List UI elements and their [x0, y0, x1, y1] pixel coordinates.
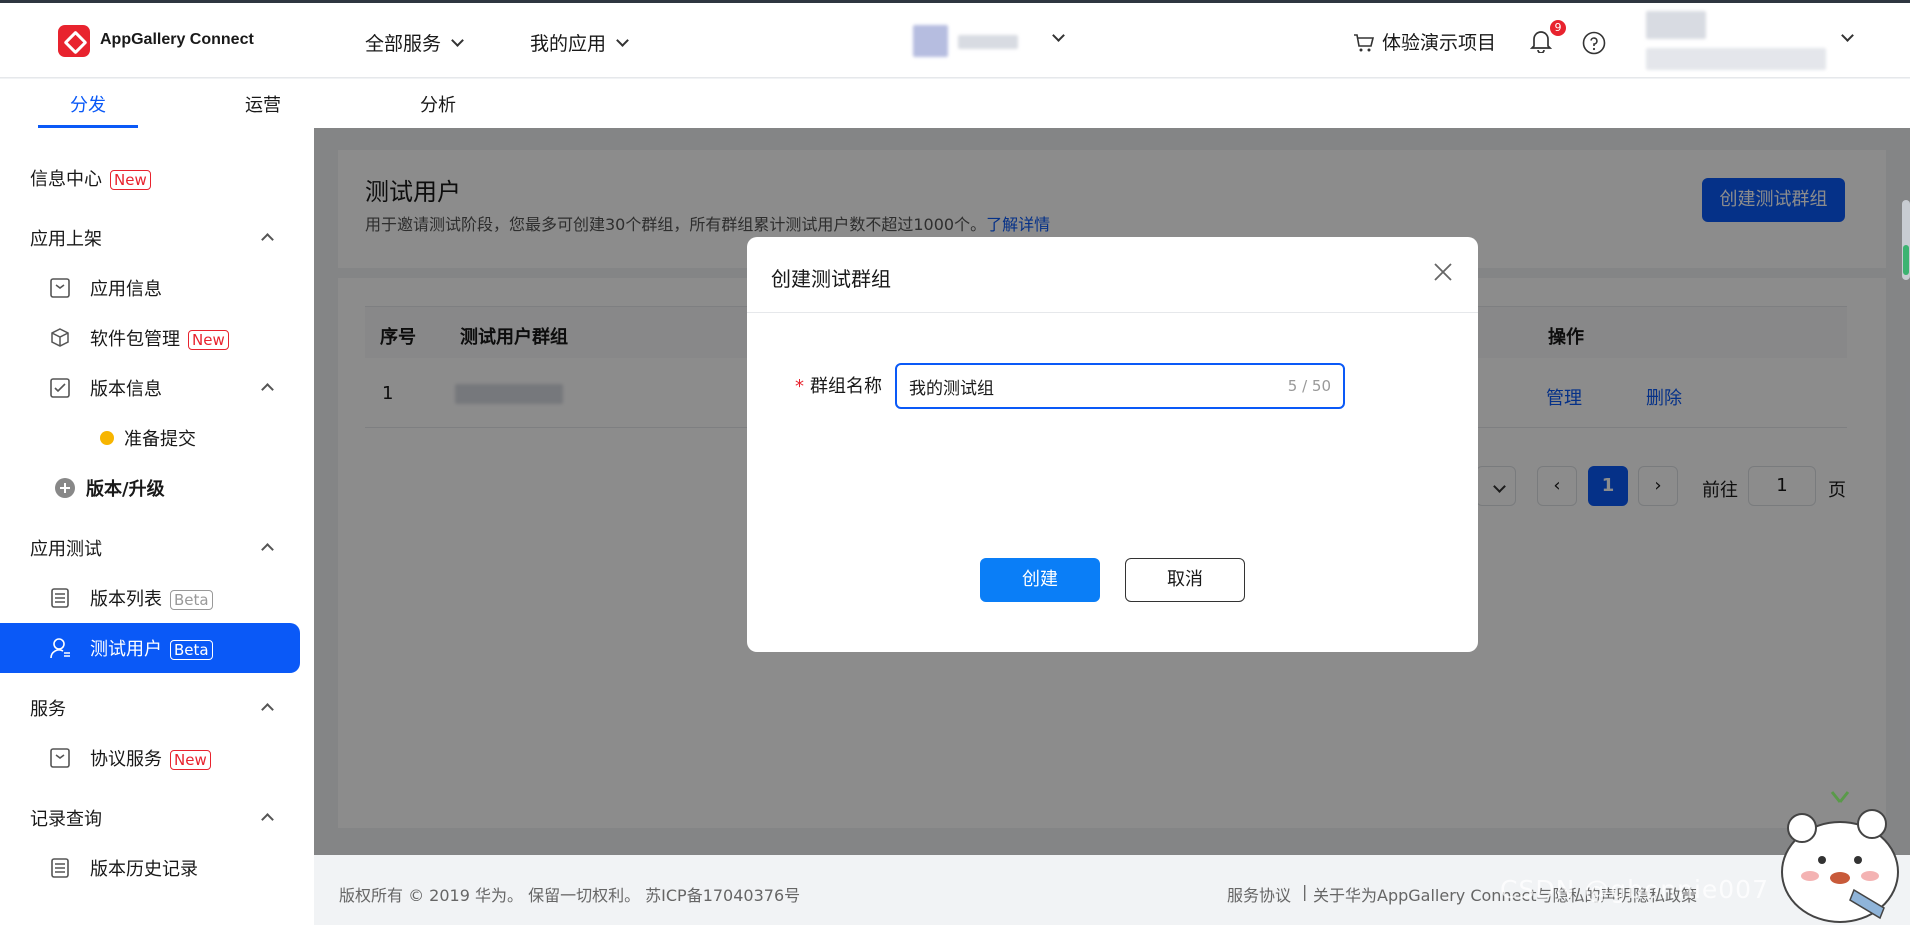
- new-tag: New: [110, 170, 151, 190]
- app-info-icon: [50, 278, 70, 298]
- dialog-divider: [747, 312, 1478, 313]
- list-icon: [51, 588, 69, 608]
- notification-badge: 9: [1550, 20, 1566, 36]
- chevron-up-icon: [261, 813, 274, 826]
- sidebar-item-label: 版本历史记录: [90, 859, 198, 880]
- sidebar-item-label: 应用信息: [90, 279, 162, 300]
- user-icon: [50, 638, 70, 659]
- terms-link[interactable]: 服务协议: [1227, 882, 1291, 906]
- brand-name[interactable]: AppGallery Connect: [100, 31, 254, 49]
- account-menu-chevron-icon[interactable]: [1841, 29, 1854, 42]
- sidebar-section-app-listing[interactable]: 应用上架: [0, 213, 300, 263]
- history-icon: [51, 858, 69, 878]
- status-dot-icon: [100, 431, 114, 445]
- char-counter: 5 / 50: [1287, 377, 1331, 395]
- close-icon[interactable]: [1432, 261, 1454, 283]
- chevron-up-icon: [261, 543, 274, 556]
- help-icon[interactable]: [1582, 31, 1606, 55]
- sidebar-item-test-users[interactable]: 测试用户 Beta: [0, 623, 300, 673]
- demo-cart-icon: [1354, 33, 1375, 51]
- group-name-input[interactable]: 我的测试组 5 / 50: [895, 363, 1345, 409]
- appgallery-logo-icon[interactable]: [58, 25, 90, 57]
- sidebar-item-version-info[interactable]: 版本信息: [0, 363, 300, 413]
- version-info-icon: [50, 378, 70, 398]
- user-avatar[interactable]: [1646, 11, 1706, 39]
- all-services-label: 全部服务: [365, 33, 442, 55]
- footer-divider: |: [1302, 882, 1308, 901]
- app-name-redacted: [958, 35, 1018, 49]
- sidebar-item-version-history[interactable]: 版本历史记录: [0, 843, 300, 893]
- chevron-down-icon: [451, 33, 464, 47]
- tab-distribute[interactable]: 分发: [38, 91, 138, 117]
- group-name-value: 我的测试组: [909, 378, 994, 399]
- sidebar-item-package-mgmt[interactable]: 软件包管理 New: [0, 313, 300, 363]
- sidebar-section-label: 应用测试: [30, 539, 102, 560]
- sidebar-section-label: 记录查询: [30, 809, 102, 830]
- sidebar-item-info-center[interactable]: 信息中心 New: [0, 153, 300, 203]
- footer: 版权所有 © 2019 华为。 保留一切权利。 苏ICP备17040376号 服…: [314, 855, 1910, 925]
- top-bar: AppGallery Connect 全部服务 我的应用 体验演示项目 9: [0, 0, 1910, 78]
- create-button[interactable]: 创建: [980, 558, 1100, 602]
- beta-tag: Beta: [170, 640, 213, 660]
- sidebar-section-services[interactable]: 服务: [0, 683, 300, 733]
- sidebar-item-label: 协议服务 New: [90, 745, 211, 771]
- beta-tag: Beta: [170, 590, 213, 610]
- new-tag: New: [170, 750, 211, 770]
- tab-operate[interactable]: 运营: [213, 91, 313, 117]
- app-avatar: [913, 25, 948, 57]
- sidebar-item-version-list[interactable]: 版本列表 Beta: [0, 573, 300, 623]
- dialog-title: 创建测试群组: [771, 267, 891, 291]
- sidebar-item-label: 信息中心 New: [30, 165, 151, 191]
- sidebar-item-label: 软件包管理 New: [90, 325, 229, 351]
- agreement-icon: [50, 748, 70, 768]
- sidebar-item-agreement-service[interactable]: 协议服务 New: [0, 733, 300, 783]
- scrollbar-thumb[interactable]: [1903, 245, 1909, 275]
- chevron-down-icon: [616, 33, 629, 47]
- sidebar-item-label: 版本/升级: [86, 479, 165, 500]
- required-asterisk: *: [795, 376, 804, 397]
- app-switcher-chevron-icon[interactable]: [1052, 29, 1065, 42]
- package-icon: [51, 328, 69, 347]
- copyright-text: 版权所有 © 2019 华为。 保留一切权利。 苏ICP备17040376号: [339, 886, 801, 905]
- cancel-button[interactable]: 取消: [1125, 558, 1245, 602]
- bell-icon[interactable]: [1530, 29, 1552, 53]
- group-name-label: * 群组名称: [795, 376, 882, 397]
- sidebar: 信息中心 New 应用上架 应用信息 软件包管理 New 版本信息 准备提交 版本/…: [0, 128, 314, 925]
- sidebar-item-label: 版本列表 Beta: [90, 585, 213, 611]
- my-apps-label: 我的应用: [530, 33, 607, 55]
- all-services-menu[interactable]: 全部服务: [365, 29, 464, 56]
- sidebar-item-label: 测试用户 Beta: [90, 635, 213, 661]
- new-tag: New: [188, 330, 229, 350]
- sidebar-item-label: 准备提交: [124, 429, 196, 450]
- chevron-up-icon: [261, 703, 274, 716]
- main-tabs: 分发 运营 分析: [0, 79, 1910, 128]
- sidebar-item-label: 版本信息: [90, 379, 162, 400]
- sidebar-item-version-upgrade[interactable]: 版本/升级: [0, 463, 300, 513]
- watermark-text: CSDN @gbonnie007: [1500, 875, 1769, 904]
- tab-analyze[interactable]: 分析: [388, 91, 488, 117]
- sidebar-section-label: 应用上架: [30, 229, 102, 250]
- chevron-up-icon: [261, 233, 274, 246]
- my-apps-menu[interactable]: 我的应用: [530, 29, 629, 56]
- add-circle-icon: [55, 478, 75, 498]
- mascot-sticker-icon: [1781, 791, 1899, 923]
- demo-project-label: 体验演示项目: [1382, 32, 1497, 54]
- user-account-redacted: [1646, 48, 1826, 70]
- create-group-dialog: 创建测试群组 * 群组名称 我的测试组 5 / 50 创建 取消: [747, 237, 1478, 652]
- sidebar-section-records[interactable]: 记录查询: [0, 793, 300, 843]
- chevron-up-icon: [261, 383, 274, 396]
- demo-project-link[interactable]: 体验演示项目: [1352, 28, 1496, 55]
- sidebar-item-ready-submit[interactable]: 准备提交: [0, 413, 300, 463]
- sidebar-section-label: 服务: [30, 699, 66, 720]
- sidebar-section-app-test[interactable]: 应用测试: [0, 523, 300, 573]
- sidebar-item-app-info[interactable]: 应用信息: [0, 263, 300, 313]
